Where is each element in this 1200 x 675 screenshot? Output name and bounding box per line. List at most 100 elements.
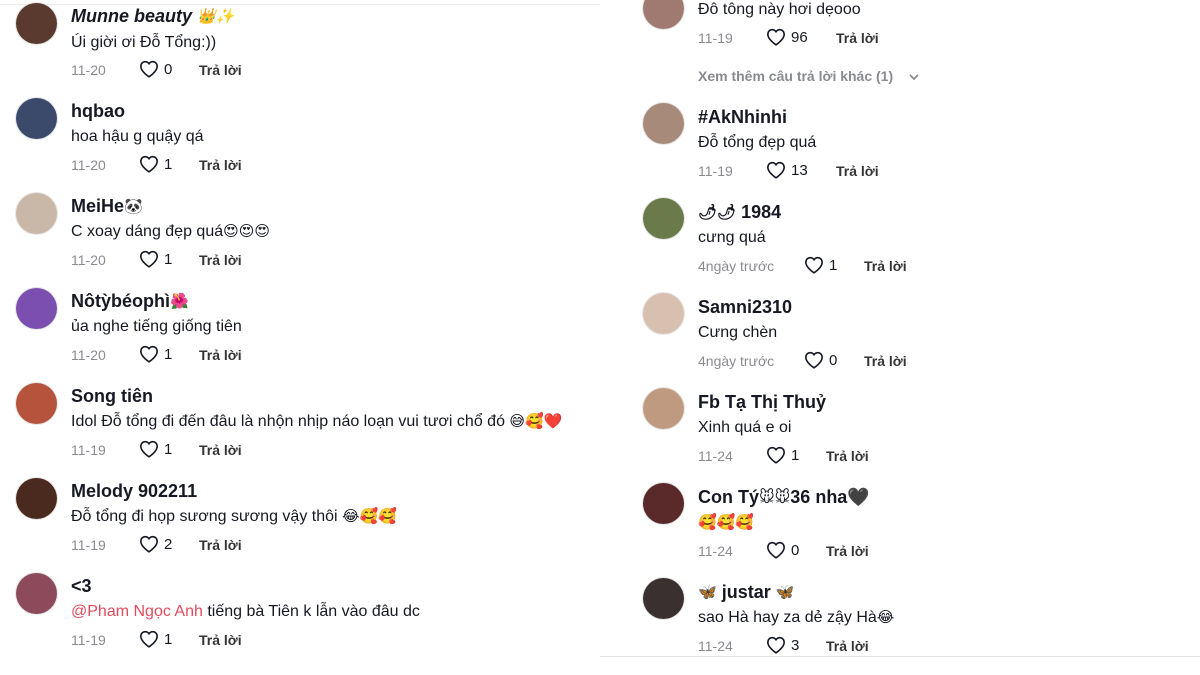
- reply-button[interactable]: Trả lời: [199, 536, 242, 554]
- heart-icon[interactable]: [766, 446, 786, 464]
- heart-icon[interactable]: [804, 351, 824, 369]
- comment-username[interactable]: #AkNhinhi: [698, 106, 787, 128]
- comment-text: 🥰🥰🥰: [698, 513, 754, 533]
- username-emoji: 🌺: [170, 293, 189, 311]
- avatar[interactable]: [15, 2, 58, 45]
- comment-username[interactable]: Samni2310: [698, 296, 792, 318]
- heart-icon[interactable]: [766, 161, 786, 179]
- username-text: 1984: [741, 202, 782, 222]
- view-more-replies-button[interactable]: Xem thêm câu trả lời khác (1): [698, 67, 893, 85]
- comment-text: @Pham Ngọc Anh tiếng bà Tiên k lẫn vào đ…: [71, 602, 420, 622]
- avatar[interactable]: [15, 477, 58, 520]
- avatar-image: [16, 193, 57, 234]
- comment-username[interactable]: <3: [71, 575, 92, 597]
- divider: [600, 656, 1200, 657]
- reply-button[interactable]: Trả lời: [826, 542, 869, 560]
- heart-icon[interactable]: [139, 60, 159, 78]
- comment-username[interactable]: Nôtỳbéophì🌺: [71, 290, 189, 312]
- avatar[interactable]: [15, 287, 58, 330]
- username-emoji: 🐼: [124, 198, 143, 216]
- heart-icon[interactable]: [804, 256, 824, 274]
- like-count: 1: [164, 631, 173, 648]
- comment-username[interactable]: 🌶🌶 1984: [698, 201, 781, 223]
- comment-date: 11-24: [698, 543, 733, 559]
- comment-text: Đỗ tổng đi họp sương sương vậy thôi 😂🥰🥰: [71, 507, 397, 527]
- heart-icon[interactable]: [139, 155, 159, 173]
- heart-icon[interactable]: [139, 535, 159, 553]
- like-count: 0: [829, 352, 838, 369]
- comment-emoji: 😅🥰❤️: [509, 412, 563, 430]
- reply-button[interactable]: Trả lời: [864, 352, 907, 370]
- avatar-image: [16, 288, 57, 329]
- reply-button[interactable]: Trả lời: [836, 162, 879, 180]
- avatar[interactable]: [642, 482, 685, 525]
- comment-username[interactable]: Fb Tạ Thị Thuỷ: [698, 391, 826, 413]
- reply-button[interactable]: Trả lời: [199, 346, 242, 364]
- heart-icon[interactable]: [139, 250, 159, 268]
- comment-text: Xinh quá e oi: [698, 419, 792, 436]
- reply-button[interactable]: Trả lời: [199, 631, 242, 649]
- reply-button[interactable]: Trả lời: [199, 61, 242, 79]
- avatar[interactable]: [642, 0, 685, 30]
- avatar-image: [16, 98, 57, 139]
- avatar[interactable]: [15, 192, 58, 235]
- reply-button[interactable]: Trả lời: [836, 29, 879, 47]
- heart-icon[interactable]: [139, 345, 159, 363]
- comment-date: 11-19: [698, 30, 733, 46]
- reply-button[interactable]: Trả lời: [826, 637, 869, 655]
- reply-button[interactable]: Trả lời: [864, 257, 907, 275]
- heart-icon[interactable]: [139, 440, 159, 458]
- username-suffix: 36 nha🖤: [790, 487, 870, 507]
- avatar[interactable]: [642, 102, 685, 145]
- avatar-image: [643, 103, 684, 144]
- heart-icon[interactable]: [766, 28, 786, 46]
- like-count: 0: [791, 542, 800, 559]
- reply-button[interactable]: Trả lời: [199, 156, 242, 174]
- comment-text-content: sao Hà hay za dẻ zậy Hà: [698, 609, 877, 626]
- comment-username[interactable]: 🦋 justar 🦋: [698, 581, 794, 603]
- right-comment-panel: Đô tông này hơi dẹooo 11-19 96 Trả lời X…: [600, 0, 1200, 675]
- username-text: Munne beauty: [71, 6, 193, 26]
- like-count: 96: [791, 29, 808, 46]
- username-text: MeiHe: [71, 196, 125, 216]
- avatar[interactable]: [15, 382, 58, 425]
- avatar-image: [643, 578, 684, 619]
- comment-username[interactable]: Song tiên: [71, 385, 153, 407]
- comment-emoji: 🥰🥰🥰: [698, 513, 755, 531]
- reply-button[interactable]: Trả lời: [826, 447, 869, 465]
- username-text: Con Tý: [698, 487, 759, 507]
- comment-date: 11-19: [71, 537, 106, 553]
- comment-emoji: 😂🥰🥰: [342, 507, 397, 525]
- avatar-image: [16, 3, 57, 44]
- comment-username[interactable]: Con Tý🐭🐭36 nha🖤: [698, 486, 870, 508]
- reply-button[interactable]: Trả lời: [199, 251, 242, 269]
- comment-item: Song tiên Idol Đỗ tổng đi đến đâu là nhộ…: [0, 380, 600, 472]
- comment-username[interactable]: Melody 902211: [71, 480, 197, 502]
- comment-username[interactable]: hqbao: [71, 100, 125, 122]
- avatar[interactable]: [15, 97, 58, 140]
- username-text: justar: [721, 582, 771, 602]
- avatar-image: [643, 0, 684, 29]
- heart-icon[interactable]: [766, 541, 786, 559]
- avatar[interactable]: [642, 197, 685, 240]
- comment-username[interactable]: Munne beauty 👑✨: [71, 5, 234, 27]
- mention-link[interactable]: @Pham Ngọc Anh: [71, 603, 203, 620]
- like-count: 1: [164, 251, 173, 268]
- comment-text: hoa hậu g quậy qá: [71, 128, 204, 145]
- comment-date: 4ngày trước: [698, 353, 775, 369]
- left-comment-panel: Munne beauty 👑✨ Úi giời ơi Đỗ Tổng:)) 11…: [0, 0, 600, 675]
- heart-icon[interactable]: [766, 636, 786, 654]
- avatar[interactable]: [642, 577, 685, 620]
- comment-date: 11-19: [71, 442, 106, 458]
- heart-icon[interactable]: [139, 630, 159, 648]
- avatar[interactable]: [15, 572, 58, 615]
- username-emoji: 🌶🌶: [698, 204, 737, 222]
- comment-item: Nôtỳbéophì🌺 ủa nghe tiếng giống tiên 11-…: [0, 285, 600, 377]
- comment-username[interactable]: MeiHe🐼: [71, 195, 143, 217]
- avatar[interactable]: [642, 292, 685, 335]
- chevron-down-icon[interactable]: [908, 70, 920, 82]
- reply-button[interactable]: Trả lời: [199, 441, 242, 459]
- avatar[interactable]: [642, 387, 685, 430]
- comment-date: 11-20: [71, 347, 106, 363]
- comment-item: #AkNhinhi Đỗ tổng đẹp quá 11-19 13 Trả l…: [600, 100, 1200, 192]
